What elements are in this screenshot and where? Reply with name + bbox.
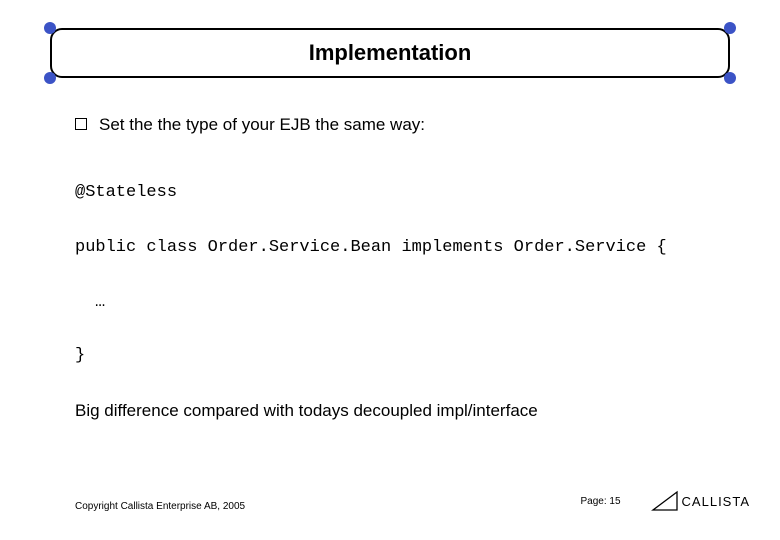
code-line: @Stateless <box>75 183 750 202</box>
decorative-dot <box>724 72 736 84</box>
bullet-item: Set the the type of your EJB the same wa… <box>75 115 750 135</box>
copyright-text: Copyright Callista Enterprise AB, 2005 <box>75 501 245 512</box>
slide-title: Implementation <box>309 40 472 66</box>
title-bar: Implementation <box>50 28 730 78</box>
code-line: } <box>75 346 750 365</box>
footer: Copyright Callista Enterprise AB, 2005 P… <box>75 490 750 512</box>
bullet-text: Set the the type of your EJB the same wa… <box>99 115 425 135</box>
footer-right: Page: 15 CALLISTA <box>581 490 751 512</box>
decorative-dot <box>724 22 736 34</box>
callista-logo: CALLISTA <box>651 490 750 512</box>
slide-content: Set the the type of your EJB the same wa… <box>75 115 750 421</box>
decorative-dot <box>44 72 56 84</box>
code-line: public class Order.Service.Bean implemen… <box>75 238 750 257</box>
note-text: Big difference compared with todays deco… <box>75 401 750 421</box>
logo-triangle-icon <box>651 490 679 512</box>
decorative-dot <box>44 22 56 34</box>
square-bullet-icon <box>75 118 87 130</box>
code-line: … <box>75 293 750 312</box>
logo-text: CALLISTA <box>682 494 750 509</box>
page-number: Page: 15 <box>581 496 621 507</box>
